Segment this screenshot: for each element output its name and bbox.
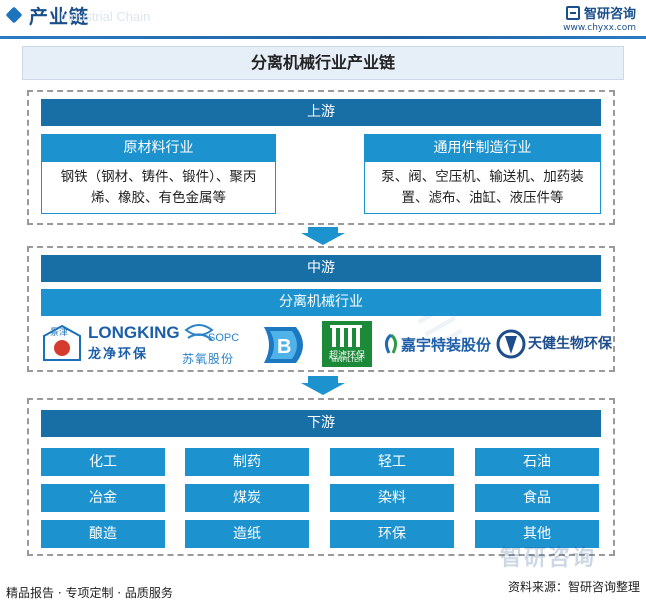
- minfilter-logo-sub: MINFILTER: [331, 358, 363, 364]
- brand-logo: 智研咨询 www.chyxx.com: [563, 3, 636, 33]
- raw-material-box: 原材料行业 钢铁（钢材、铸件、锻件）、聚丙烯、橡胶、有色金属等: [41, 134, 276, 214]
- downstream-item: 造纸: [185, 520, 309, 548]
- general-parts-title: 通用件制造行业: [365, 135, 600, 162]
- footer-source: 资料来源：智研咨询整理: [507, 580, 640, 594]
- header-divider: [0, 36, 646, 39]
- downstream-item: 煤炭: [185, 484, 309, 512]
- longking-logo-sub: 龙净环保: [88, 347, 149, 362]
- downstream-bar: 下游: [41, 410, 601, 437]
- midstream-bar: 中游: [41, 255, 601, 282]
- jiayu-logo-text: 嘉宇特装股份: [401, 336, 492, 354]
- downstream-item: 制药: [185, 448, 309, 476]
- diagram-title: 分离机械行业产业链: [22, 46, 624, 80]
- upstream-bar: 上游: [41, 99, 601, 126]
- downstream-item: 轻工: [330, 448, 454, 476]
- longking-logo-text: LONGKING: [88, 323, 180, 342]
- sopc-logo-text: SOPC: [208, 332, 240, 344]
- downstream-item: 食品: [475, 484, 599, 512]
- brand-name: 智研咨询: [583, 7, 636, 22]
- brand-icon: [565, 6, 580, 20]
- general-parts-body: 泵、阀、空压机、输送机、加药装置、滤布、油缸、液压件等: [381, 169, 584, 206]
- sopc-logo-sub: 苏氧股份: [182, 352, 235, 366]
- brand-url: www.chyxx.com: [563, 23, 636, 33]
- downstream-item: 染料: [330, 484, 454, 512]
- general-parts-box: 通用件制造行业 泵、阀、空压机、输送机、加药装置、滤布、油缸、液压件等: [364, 134, 601, 214]
- header-watermark: Industrial Chain: [60, 9, 151, 24]
- downstream-item: 化工: [41, 448, 165, 476]
- minfilter-logo: 超滤环保 MINFILTER: [322, 321, 372, 367]
- downstream-item: 石油: [475, 448, 599, 476]
- separation-machinery-bar: 分离机械行业: [41, 289, 601, 316]
- sopc-logo: SOPC 苏氧股份: [180, 322, 246, 368]
- diamond-icon: [5, 6, 23, 24]
- jingjin-logo-text: 景津: [50, 327, 68, 338]
- footer-brand-watermark: 智研咨询: [500, 546, 597, 571]
- downstream-item: 冶金: [41, 484, 165, 512]
- tianjian-logo-text: 天健生物环保: [528, 336, 612, 352]
- downstream-item: 环保: [330, 520, 454, 548]
- downstream-item: 酿造: [41, 520, 165, 548]
- b-logo-text: B: [277, 336, 291, 358]
- jingjin-logo: 景津: [38, 322, 86, 366]
- longking-logo: LONGKING 龙净环保: [88, 323, 180, 367]
- raw-material-title: 原材料行业: [42, 135, 275, 162]
- footer-slogan: 精品报告 · 专项定制 · 品质服务: [6, 586, 173, 600]
- b-logo: B: [258, 323, 312, 367]
- jiayu-logo: 嘉宇特装股份: [383, 332, 491, 358]
- raw-material-body: 钢铁（钢材、铸件、锻件）、聚丙烯、橡胶、有色金属等: [60, 169, 257, 206]
- tianjian-logo: 天健生物环保: [496, 324, 612, 366]
